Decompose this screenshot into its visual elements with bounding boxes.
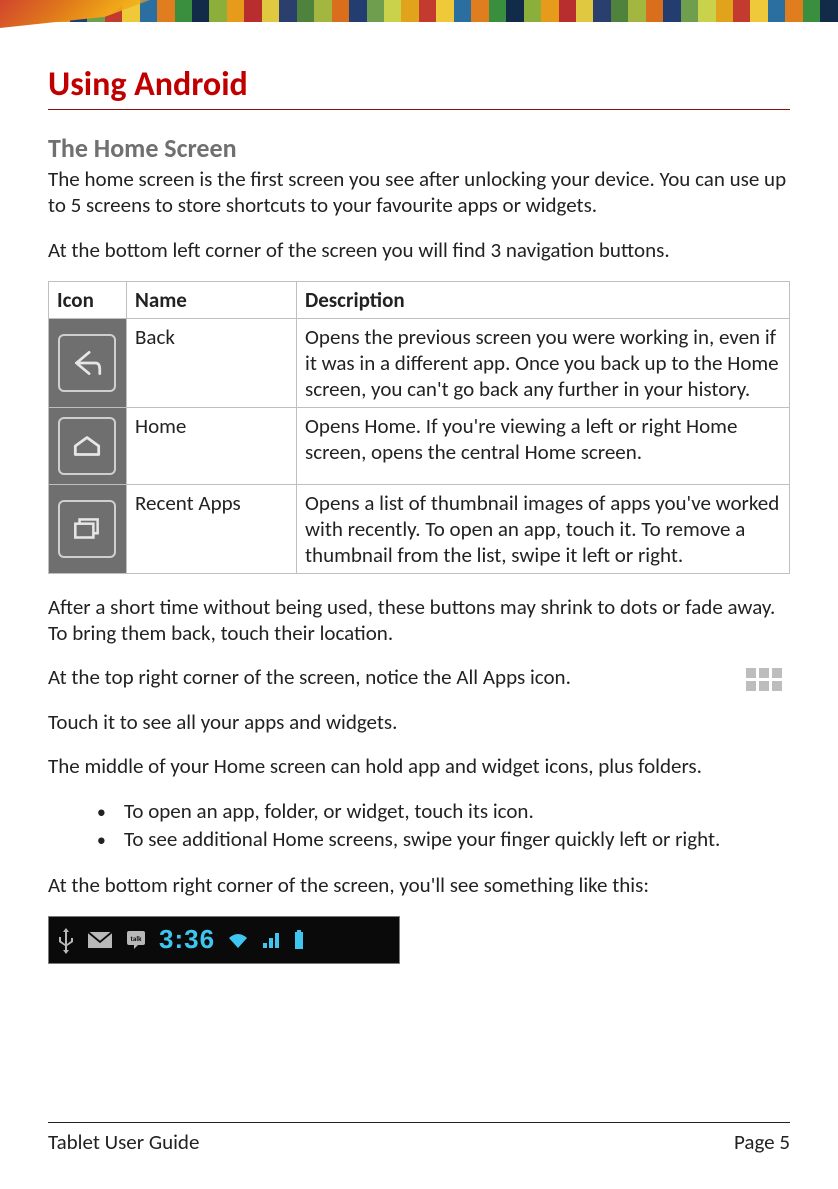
nav-desc: Opens Home. If you're viewing a left or … — [297, 407, 790, 484]
svg-text:talk: talk — [131, 934, 143, 943]
footer-page: Page 5 — [734, 1129, 790, 1155]
page-heading: Using Android — [48, 64, 790, 110]
battery-icon — [293, 929, 305, 951]
nav-name: Recent Apps — [127, 484, 297, 573]
table-row: Recent Apps Opens a list of thumbnail im… — [49, 484, 790, 573]
bullet-list: To open an app, folder, or widget, touch… — [118, 797, 790, 854]
table-header-row: Icon Name Description — [49, 281, 790, 318]
section-heading: The Home Screen — [48, 132, 790, 164]
clock-time: 3:36 — [159, 924, 215, 955]
bottom-right-paragraph: At the bottom right corner of the screen… — [48, 872, 790, 898]
nav-name: Back — [127, 318, 297, 407]
recent-apps-icon — [58, 500, 116, 558]
col-description: Description — [297, 281, 790, 318]
table-row: Back Opens the previous screen you were … — [49, 318, 790, 407]
signal-icon — [261, 930, 281, 950]
back-icon — [58, 334, 116, 392]
intro-paragraph-2: At the bottom left corner of the screen … — [48, 237, 790, 263]
list-item: To open an app, folder, or widget, touch… — [118, 797, 790, 825]
nav-desc: Opens the previous screen you were worki… — [297, 318, 790, 407]
col-icon: Icon — [49, 281, 127, 318]
touch-paragraph: Touch it to see all your apps and widget… — [48, 709, 790, 735]
table-row: Home Opens Home. If you're viewing a lef… — [49, 407, 790, 484]
usb-icon — [57, 926, 75, 954]
footer-title: Tablet User Guide — [48, 1129, 199, 1155]
home-icon — [58, 417, 116, 475]
all-apps-paragraph: At the top right corner of the screen, n… — [48, 664, 730, 690]
all-apps-icon — [746, 668, 790, 691]
intro-paragraph-1: The home screen is the first screen you … — [48, 166, 790, 219]
col-name: Name — [127, 281, 297, 318]
talk-icon: talk — [125, 929, 147, 951]
wifi-icon — [227, 930, 249, 950]
nav-buttons-table: Icon Name Description Back Opens the pre… — [48, 281, 790, 574]
list-item: To see additional Home screens, swipe yo… — [118, 825, 790, 853]
middle-paragraph: The middle of your Home screen can hold … — [48, 753, 790, 779]
page-footer: Tablet User Guide Page 5 — [48, 1122, 790, 1155]
status-bar: talk 3:36 — [48, 916, 400, 964]
mail-icon — [87, 930, 113, 950]
nav-name: Home — [127, 407, 297, 484]
after-table-paragraph: After a short time without being used, t… — [48, 594, 790, 647]
nav-desc: Opens a list of thumbnail images of apps… — [297, 484, 790, 573]
